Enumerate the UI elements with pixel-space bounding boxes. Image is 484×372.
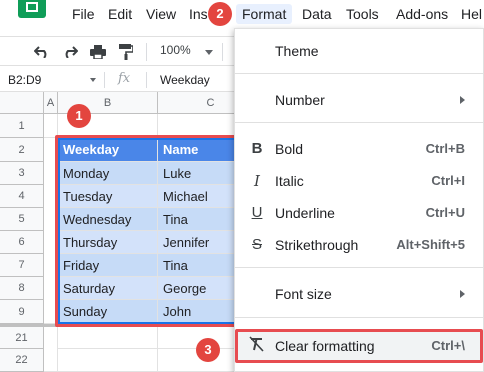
callout-badge-2: 2 [208,2,232,26]
column-header-a[interactable]: A [44,92,58,114]
table-header-cell[interactable]: Weekday [58,138,158,162]
row-header[interactable]: 1 [0,114,44,138]
row-header[interactable]: 7 [0,254,44,277]
menu-bar: File Edit View Ins Format Data Tools Add… [0,0,484,30]
menu-item-underline[interactable]: U Underline Ctrl+U [235,199,484,227]
bold-icon: B [251,140,263,157]
row-header[interactable]: 5 [0,208,44,231]
menu-format[interactable]: Format [236,4,293,24]
menu-view[interactable]: View [146,6,176,22]
print-icon[interactable] [88,42,108,62]
toolbar-divider [222,43,223,61]
table-cell[interactable]: Friday [58,254,158,277]
menu-data[interactable]: Data [302,6,332,22]
shortcut-label: Ctrl+U [425,205,465,220]
shortcut-label: Ctrl+I [431,173,465,188]
menu-item-bold[interactable]: B Bold Ctrl+B [235,135,484,163]
menu-item-font-size[interactable]: Font size [235,280,484,308]
menu-divider [235,317,484,318]
menu-addons[interactable]: Add-ons [396,6,448,22]
table-cell[interactable]: Sunday [58,300,158,324]
redo-icon[interactable] [60,42,80,62]
table-cell[interactable]: Monday [58,162,158,185]
menu-tools[interactable]: Tools [346,6,379,22]
cell-a-column[interactable] [44,138,58,324]
formula-input[interactable]: Weekday [160,73,210,87]
menu-insert[interactable]: Ins [189,6,208,22]
cell-b21[interactable] [58,327,158,349]
underline-icon: U [251,204,263,221]
select-all-corner[interactable] [0,92,44,114]
table-cell[interactable]: Wednesday [58,208,158,231]
menu-edit[interactable]: Edit [108,6,132,22]
row-header[interactable]: 2 [0,138,44,162]
submenu-arrow-icon [460,96,465,104]
menu-divider [235,73,484,74]
menu-item-label: Italic [275,173,304,189]
row-header[interactable]: 9 [0,300,44,324]
menu-item-label: Clear formatting [275,338,375,354]
menu-item-label: Theme [275,43,319,59]
menu-item-theme[interactable]: Theme [235,37,484,65]
menu-help[interactable]: Hel [461,6,482,22]
shortcut-label: Alt+Shift+5 [396,237,465,252]
row-header[interactable]: 6 [0,231,44,254]
callout-badge-3: 3 [196,338,220,362]
row-header[interactable]: 3 [0,162,44,185]
menu-item-strikethrough[interactable]: S Strikethrough Alt+Shift+5 [235,231,484,259]
menu-item-label: Font size [275,286,332,302]
formula-divider [146,72,147,88]
menu-item-clear-formatting[interactable]: Clear formatting Ctrl+\ [235,332,484,360]
cell-a1[interactable] [44,114,58,138]
shortcut-label: Ctrl+B [425,141,465,156]
toolbar-divider [146,43,147,61]
submenu-arrow-icon [460,290,465,298]
menu-item-label: Underline [275,205,335,221]
chevron-down-icon[interactable] [90,78,96,82]
menu-divider [235,267,484,268]
format-menu: Theme Number B Bold Ctrl+B I Italic Ctrl… [234,28,484,372]
callout-badge-1: 1 [67,104,91,128]
strikethrough-icon: S [251,236,262,253]
table-cell[interactable]: Tuesday [58,185,158,208]
clear-formatting-icon [247,336,267,356]
row-header[interactable]: 4 [0,185,44,208]
menu-item-italic[interactable]: I Italic Ctrl+I [235,167,484,195]
row-header[interactable]: 8 [0,277,44,300]
paint-format-icon[interactable] [116,42,136,62]
menu-item-label: Number [275,92,325,108]
cell-b22[interactable] [58,349,158,372]
sheets-logo-icon[interactable] [18,0,46,18]
menu-divider [235,122,484,123]
formula-divider [104,72,105,88]
row-header[interactable]: 22 [0,349,44,372]
italic-icon: I [254,172,260,190]
row-header[interactable]: 21 [0,327,44,349]
chevron-down-icon[interactable] [205,50,213,55]
table-cell[interactable]: Thursday [58,231,158,254]
menu-item-label: Strikethrough [275,237,359,253]
shortcut-label: Ctrl+\ [431,338,465,353]
zoom-select[interactable]: 100% [160,43,191,57]
google-sheets-window: File Edit View Ins Format Data Tools Add… [0,0,484,372]
table-cell[interactable]: Saturday [58,277,158,300]
cell-a-column[interactable] [44,327,58,372]
menu-item-number[interactable]: Number [235,86,484,114]
fx-icon: fx [118,71,131,86]
menu-item-label: Bold [275,141,304,157]
menu-file[interactable]: File [72,6,95,22]
undo-icon[interactable] [32,42,52,62]
name-box[interactable]: B2:D9 [4,71,100,89]
